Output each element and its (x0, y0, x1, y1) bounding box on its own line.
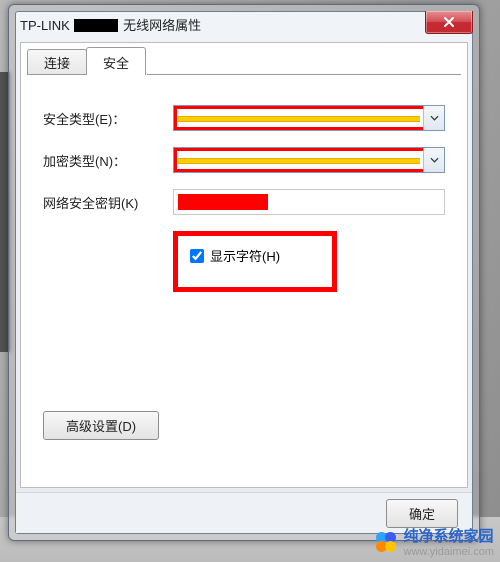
chevron-down-icon (430, 115, 439, 121)
watermark: 纯净系统家园 www.yidaimei.com (374, 525, 494, 558)
show-chars-input[interactable] (190, 249, 204, 263)
dialog-window: TP-LINK 无线网络属性 连接 安全 安全类型(E)： (8, 4, 480, 541)
masked-bar (178, 116, 420, 122)
advanced-button[interactable]: 高级设置(D) (43, 411, 159, 440)
encryption-type-combo[interactable] (173, 147, 445, 173)
dialog-inner: TP-LINK 无线网络属性 连接 安全 安全类型(E)： (15, 11, 473, 534)
row-network-key: 网络安全密钥(K) (43, 189, 445, 215)
dropdown-arrow[interactable] (423, 148, 444, 172)
title-prefix: TP-LINK (20, 18, 70, 33)
title-suffix: 无线网络属性 (123, 18, 201, 33)
ok-button[interactable]: 确定 (386, 499, 458, 528)
label-security-type: 安全类型(E)： (43, 109, 173, 128)
close-button[interactable] (425, 11, 473, 34)
watermark-url: www.yidaimei.com (404, 546, 494, 558)
key-redacted (178, 194, 268, 210)
row-encryption-type: 加密类型(N)： (43, 147, 445, 173)
advanced-area: 高级设置(D) (43, 411, 159, 440)
row-show-chars: 显示字符(H) (173, 231, 445, 292)
chevron-down-icon (430, 157, 439, 163)
content-panel: 连接 安全 安全类型(E)： 加密类型(N)： (20, 42, 468, 488)
window-title: TP-LINK 无线网络属性 (20, 15, 201, 34)
tab-security[interactable]: 安全 (86, 47, 146, 75)
form-area: 安全类型(E)： 加密类型(N)： (43, 105, 445, 292)
label-encryption-type: 加密类型(N)： (43, 151, 173, 170)
row-security-type: 安全类型(E)： (43, 105, 445, 131)
tab-connection[interactable]: 连接 (27, 49, 87, 75)
highlight-frame: 显示字符(H) (173, 231, 337, 292)
dropdown-arrow[interactable] (423, 106, 444, 130)
tab-strip: 连接 安全 (27, 51, 145, 75)
title-redacted (74, 19, 118, 32)
close-icon (443, 16, 455, 28)
security-type-value (174, 106, 423, 130)
security-type-combo[interactable] (173, 105, 445, 131)
encryption-type-value (174, 148, 423, 172)
network-key-field[interactable] (173, 189, 445, 215)
label-network-key: 网络安全密钥(K) (43, 193, 173, 212)
watermark-text: 纯净系统家园 www.yidaimei.com (404, 525, 494, 558)
watermark-name: 纯净系统家园 (404, 525, 494, 546)
titlebar: TP-LINK 无线网络属性 (16, 12, 472, 38)
masked-bar (178, 158, 420, 164)
show-chars-label: 显示字符(H) (210, 246, 280, 265)
watermark-logo-icon (374, 530, 398, 554)
show-chars-checkbox[interactable]: 显示字符(H) (190, 246, 280, 265)
